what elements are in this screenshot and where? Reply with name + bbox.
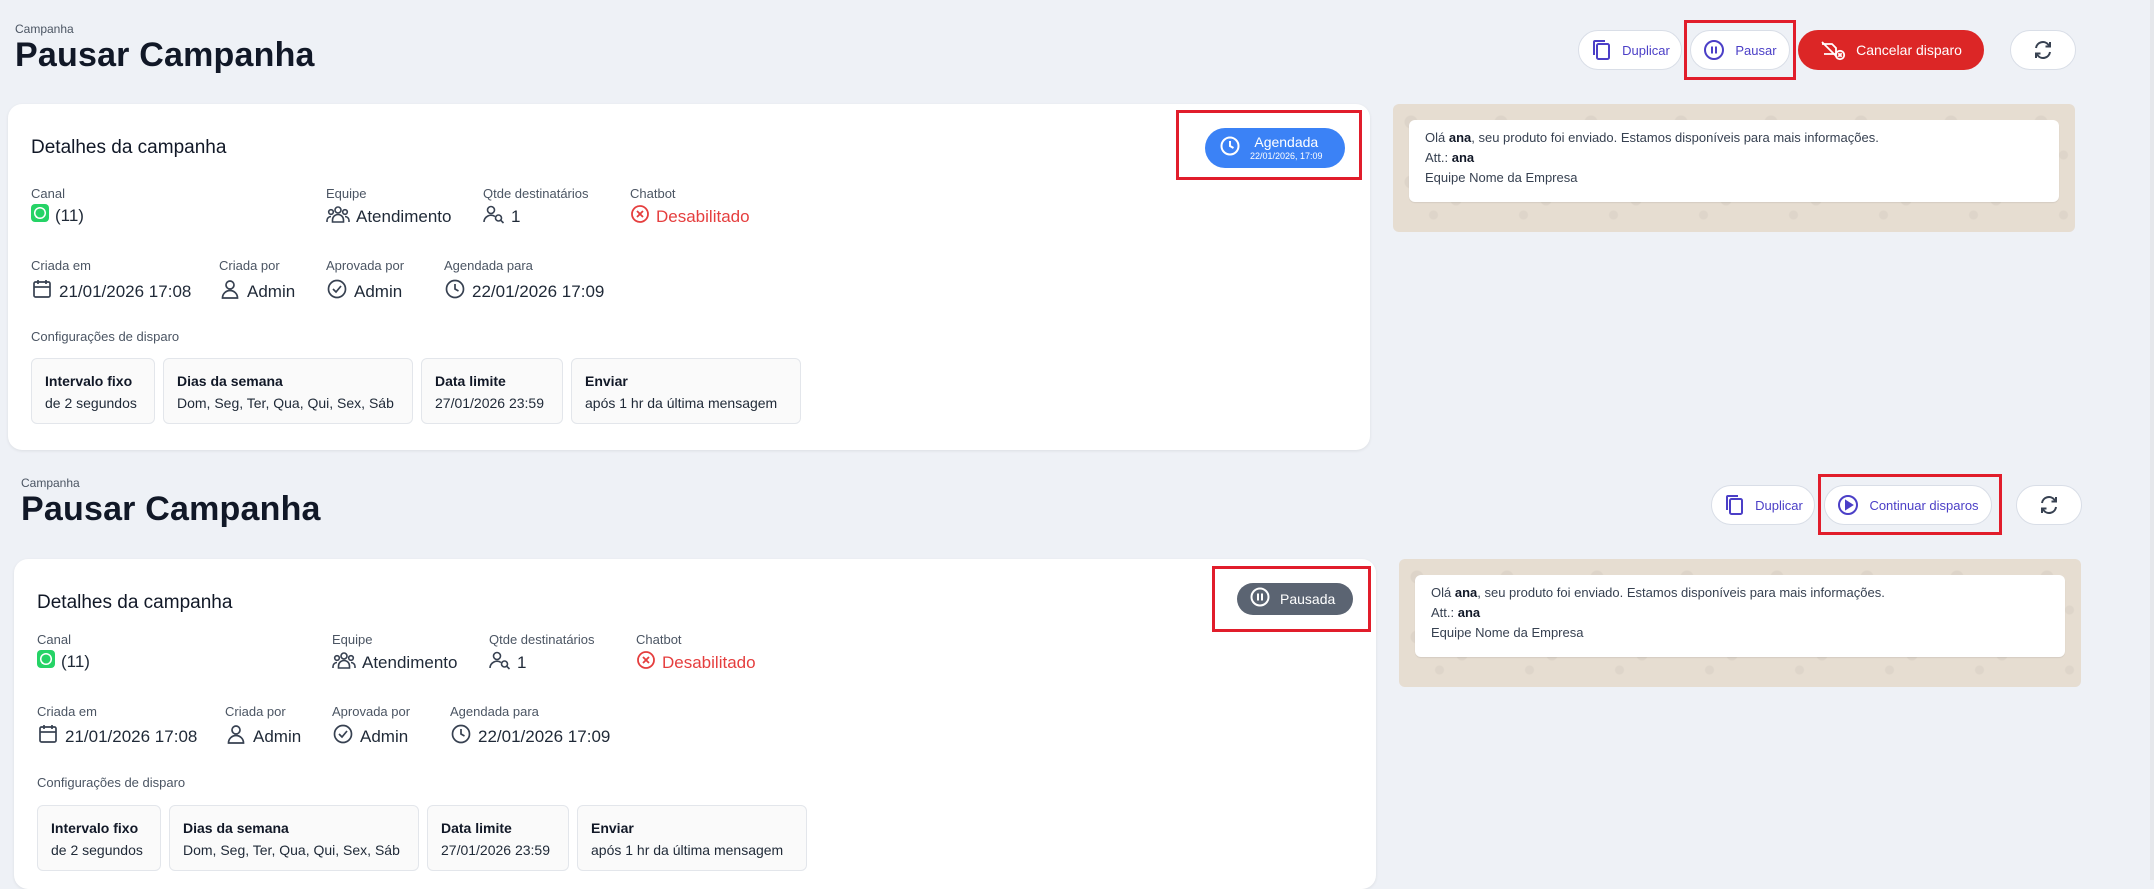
canal-value: (11) [37, 650, 90, 673]
campaign-details-card: Detalhes da campanha Agendada 22/01/2026… [8, 104, 1370, 450]
clock-icon [444, 278, 466, 305]
calendar-icon [37, 723, 59, 750]
pause-circle-icon [1249, 586, 1271, 613]
agendada-para-label: Agendada para [444, 258, 533, 273]
config-item-weekdays: Dias da semana Dom, Seg, Ter, Qua, Qui, … [163, 358, 413, 424]
refresh-button[interactable] [2010, 30, 2076, 70]
duplicate-button[interactable]: Duplicar [1711, 485, 1815, 525]
user-icon [219, 278, 241, 305]
qtde-value: 1 [483, 204, 520, 229]
status-label: Agendada [1254, 134, 1319, 150]
criada-em-label: Criada em [37, 704, 97, 719]
agendada-para-value: 22/01/2026 17:09 [450, 723, 610, 750]
config-label: Configurações de disparo [37, 775, 186, 790]
criada-em-label: Criada em [31, 258, 91, 273]
message-bubble: Olá ana, seu produto foi enviado. Estamo… [1415, 575, 2065, 657]
x-circle-icon [630, 204, 650, 229]
aprovada-por-value: Admin [332, 723, 408, 750]
qtde-label: Qtde destinatários [483, 186, 589, 201]
criada-por-value: Admin [219, 278, 295, 305]
page-title: Pausar Campanha [15, 36, 315, 74]
config-item-weekdays: Dias da semana Dom, Seg, Ter, Qua, Qui, … [169, 805, 419, 871]
cancel-dispatch-button[interactable]: Cancelar disparo [1798, 30, 1984, 70]
duplicate-button[interactable]: Duplicar [1578, 30, 1682, 70]
play-circle-icon [1837, 494, 1859, 516]
campaign-panel-paused: Campanha Pausar Campanha Duplicar Contin… [0, 455, 2154, 889]
aprovada-por-label: Aprovada por [332, 704, 411, 719]
agendada-para-value: 22/01/2026 17:09 [444, 278, 604, 305]
users-icon [326, 204, 350, 229]
user-search-icon [489, 650, 511, 675]
chatbot-label: Chatbot [636, 632, 682, 647]
copy-icon [1590, 38, 1612, 62]
criada-em-value: 21/01/2026 17:08 [37, 723, 197, 750]
campaign-panel-scheduled: Campanha Pausar Campanha Duplicar Pausar… [0, 0, 2154, 455]
whatsapp-icon [37, 650, 55, 673]
criada-por-value: Admin [225, 723, 301, 750]
config-label: Configurações de disparo [31, 329, 180, 344]
status-label: Pausada [1280, 591, 1336, 607]
user-search-icon [483, 204, 505, 229]
breadcrumb: Campanha [15, 22, 74, 36]
config-item-send: Enviar após 1 hr da última mensagem [571, 358, 801, 424]
equipe-label: Equipe [332, 632, 373, 647]
qtde-label: Qtde destinatários [489, 632, 595, 647]
clock-icon [450, 723, 472, 750]
config-item-interval: Intervalo fixo de 2 segundos [31, 358, 155, 424]
window-edge [2150, 0, 2154, 880]
qtde-value: 1 [489, 650, 526, 675]
canal-label: Canal [31, 186, 65, 201]
breadcrumb: Campanha [21, 476, 80, 490]
users-icon [332, 650, 356, 675]
agendada-para-label: Agendada para [450, 704, 539, 719]
aprovada-por-label: Aprovada por [326, 258, 405, 273]
check-circle-icon [332, 723, 354, 750]
config-item-send: Enviar após 1 hr da última mensagem [577, 805, 807, 871]
check-circle-icon [326, 278, 348, 305]
card-title: Detalhes da campanha [31, 137, 227, 158]
chatbot-value: Desabilitado [636, 650, 756, 675]
user-icon [225, 723, 247, 750]
status-date: 22/01/2026, 17:09 [1250, 151, 1323, 161]
config-item-interval: Intervalo fixo de 2 segundos [37, 805, 161, 871]
message-preview: Olá ana, seu produto foi enviado. Estamo… [1393, 104, 2075, 232]
equipe-value: Atendimento [332, 650, 457, 675]
pause-button[interactable]: Pausar [1690, 30, 1790, 70]
x-circle-icon [636, 650, 656, 675]
refresh-icon [2038, 494, 2060, 516]
send-off-icon [1820, 39, 1846, 61]
message-preview: Olá ana, seu produto foi enviado. Estamo… [1399, 559, 2081, 687]
equipe-value: Atendimento [326, 204, 451, 229]
whatsapp-icon [31, 204, 49, 227]
campaign-details-card: Detalhes da campanha Pausada Canal (11) … [14, 559, 1376, 889]
criada-em-value: 21/01/2026 17:08 [31, 278, 191, 305]
message-bubble: Olá ana, seu produto foi enviado. Estamo… [1409, 120, 2059, 202]
clock-icon [1219, 135, 1241, 162]
refresh-icon [2032, 39, 2054, 61]
config-item-limit-date: Data limite 27/01/2026 23:59 [421, 358, 563, 424]
continue-dispatch-button[interactable]: Continuar disparos [1824, 485, 1992, 525]
canal-value: (11) [31, 204, 84, 227]
status-badge: Pausada [1237, 583, 1353, 615]
calendar-icon [31, 278, 53, 305]
chatbot-label: Chatbot [630, 186, 676, 201]
aprovada-por-value: Admin [326, 278, 402, 305]
criada-por-label: Criada por [219, 258, 280, 273]
equipe-label: Equipe [326, 186, 367, 201]
refresh-button[interactable] [2016, 485, 2082, 525]
card-title: Detalhes da campanha [37, 592, 233, 613]
canal-label: Canal [37, 632, 71, 647]
status-badge: Agendada 22/01/2026, 17:09 [1205, 128, 1345, 168]
criada-por-label: Criada por [225, 704, 286, 719]
chatbot-value: Desabilitado [630, 204, 750, 229]
config-item-limit-date: Data limite 27/01/2026 23:59 [427, 805, 569, 871]
copy-icon [1723, 493, 1745, 517]
pause-circle-icon [1703, 39, 1725, 61]
page-title: Pausar Campanha [21, 490, 321, 528]
